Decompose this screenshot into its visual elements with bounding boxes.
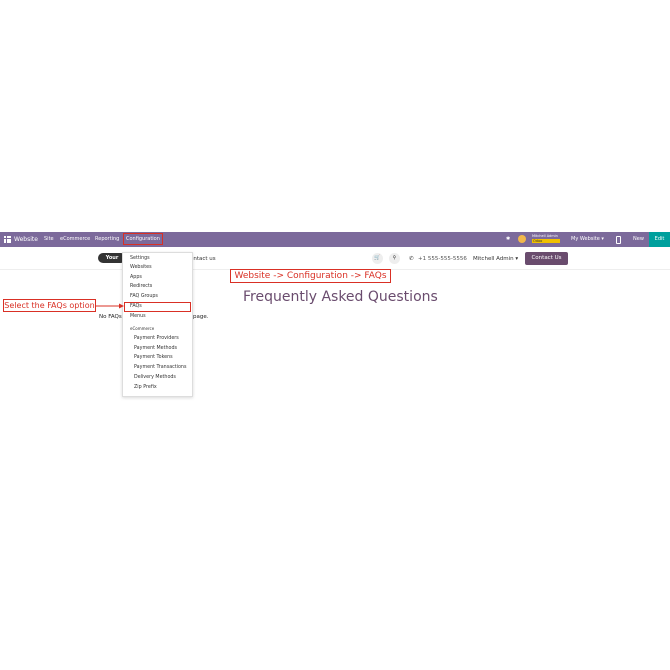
nav-contact-link[interactable]: ontact us [190, 254, 216, 264]
annotation-arrow-icon [96, 303, 124, 309]
bug-icon[interactable]: ✱ [506, 236, 511, 242]
user-name: Mitchell Admin [532, 234, 558, 238]
menu-item-zip-prefix[interactable]: Zip Prefix [134, 384, 157, 391]
configuration-highlight-box [123, 233, 163, 245]
caret-down-icon: ▾ [515, 256, 519, 262]
page-title: Frequently Asked Questions [243, 289, 438, 305]
contact-us-button[interactable]: Contact Us [525, 252, 568, 265]
menu-item-redirects[interactable]: Redirects [130, 283, 152, 290]
select-annotation: Select the FAQs option [3, 299, 96, 312]
menu-ecommerce[interactable]: eCommerce [60, 232, 90, 247]
menu-reporting[interactable]: Reporting [95, 232, 119, 247]
mobile-preview-icon[interactable] [616, 236, 621, 244]
app-title[interactable]: Website [14, 232, 38, 247]
menu-item-menus[interactable]: Menus [130, 313, 146, 320]
user-menu[interactable]: Mitchell Admin ▾ [473, 254, 518, 264]
website-selector[interactable]: My Website ▾ [571, 232, 604, 247]
path-annotation: Website -> Configuration -> FAQs [230, 269, 391, 283]
section-ecommerce: eCommerce [130, 326, 155, 331]
menu-item-payment-tokens[interactable]: Payment Tokens [134, 354, 173, 361]
user-badge[interactable]: Mitchell Admin Odoo [532, 234, 560, 244]
new-button[interactable]: New [628, 232, 649, 247]
menu-item-apps[interactable]: Apps [130, 274, 142, 281]
menu-item-payment-providers[interactable]: Payment Providers [134, 335, 179, 342]
website-selector-label: My Website [571, 236, 600, 242]
phone-icon: ✆ [409, 256, 414, 262]
search-icon[interactable]: ⚲ [389, 253, 400, 264]
empty-state-text-left: No FAQs [99, 314, 122, 320]
cart-icon[interactable]: 🛒 [372, 253, 383, 264]
phone-number[interactable]: +1 555-555-5556 [418, 254, 467, 264]
configuration-dropdown: Settings Websites Apps Redirects FAQ Gro… [122, 252, 193, 397]
caret-down-icon: ▾ [601, 236, 604, 242]
menu-item-settings[interactable]: Settings [130, 255, 150, 262]
avatar[interactable] [518, 235, 526, 243]
menu-item-websites[interactable]: Websites [130, 264, 152, 271]
menu-item-payment-transactions[interactable]: Payment Transactions [134, 364, 186, 371]
apps-grid-icon[interactable] [4, 236, 11, 243]
faqs-highlight-box [124, 302, 191, 312]
menu-item-faq-groups[interactable]: FAQ Groups [130, 293, 158, 300]
empty-state-text-right: page. [193, 314, 209, 320]
menu-item-payment-methods[interactable]: Payment Methods [134, 345, 177, 352]
database-badge: Odoo [532, 239, 560, 243]
menu-item-delivery-methods[interactable]: Delivery Methods [134, 374, 176, 381]
menu-site[interactable]: Site [44, 232, 54, 247]
user-menu-label: Mitchell Admin [473, 256, 514, 262]
edit-button[interactable]: Edit [649, 232, 670, 247]
